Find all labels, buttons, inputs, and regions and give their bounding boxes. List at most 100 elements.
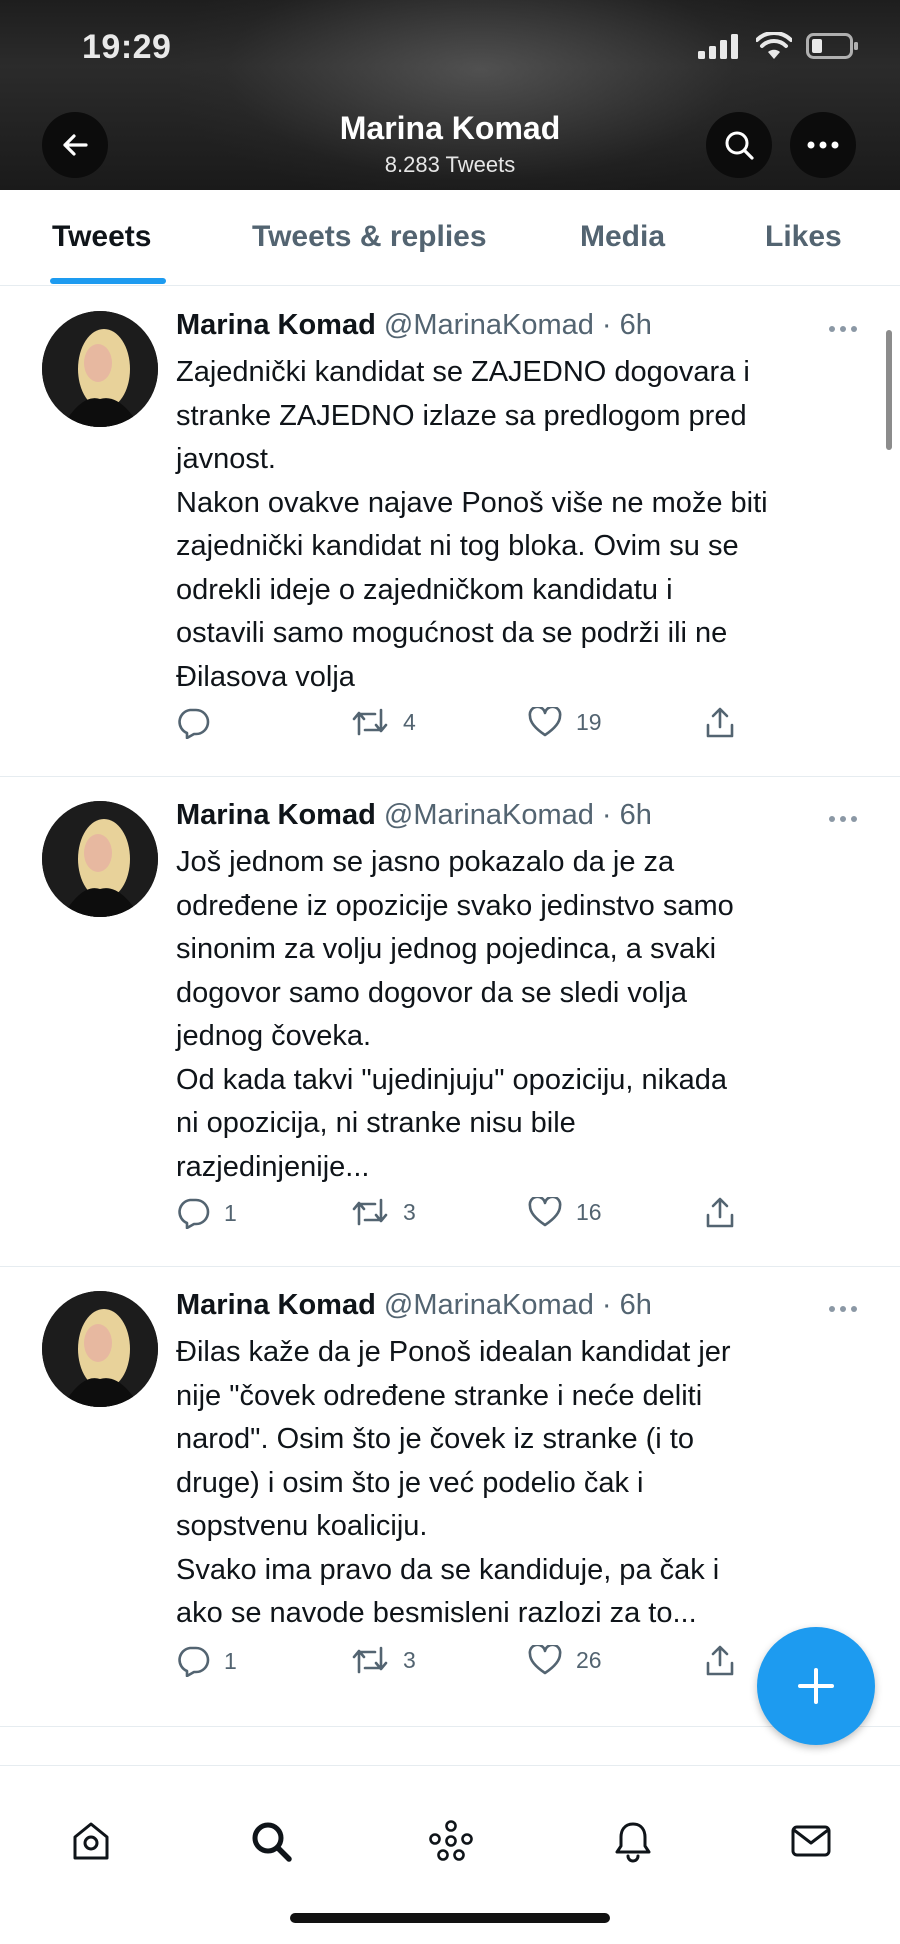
retweet-button[interactable]: 3 xyxy=(351,1197,416,1227)
tab-media[interactable]: Media xyxy=(580,220,665,254)
tweet-text: Zajednički kandidat se ZAJEDNO dogovara … xyxy=(176,351,866,699)
share-icon xyxy=(706,1645,734,1676)
like-button[interactable]: 26 xyxy=(528,1645,602,1675)
reply-button[interactable] xyxy=(176,707,224,739)
tab-tweets[interactable]: Tweets xyxy=(52,220,151,254)
messages-icon xyxy=(791,1825,831,1857)
tweet-text: Još jednom se jasno pokazalo da je za od… xyxy=(176,841,866,1189)
tweet-text-line: Svako ima pravo da se kandiduje, pa čak … xyxy=(176,1553,720,1586)
compose-tweet-button[interactable] xyxy=(757,1627,875,1745)
retweet-icon xyxy=(352,1646,388,1674)
tweet-text-line: Još jednom se jasno pokazalo da je za xyxy=(176,846,675,878)
retweet-button[interactable]: 3 xyxy=(351,1645,416,1675)
tweet-text-line: ni opozicija, ni stranke nisu bile xyxy=(176,1107,576,1139)
nav-spaces[interactable] xyxy=(426,1816,476,1866)
profile-tabs: Tweets Tweets & replies Media Likes xyxy=(0,190,900,286)
tweet-text-line: Zajednički kandidat se ZAJEDNO dogovara … xyxy=(176,356,750,388)
search-button[interactable] xyxy=(706,112,772,178)
like-count: 16 xyxy=(576,1198,602,1225)
tweet-header: Marina Komad @MarinaKomad · 6h xyxy=(176,799,652,832)
scrollbar-thumb[interactable] xyxy=(886,330,892,450)
tweet-text-line: Đilas kaže da je Ponoš idealan kandidat … xyxy=(176,1336,731,1368)
more-dots-icon xyxy=(807,141,839,149)
tweet-text-line: javnost. xyxy=(176,443,276,475)
tweet-text-line: nije "čovek određene stranke i neće deli… xyxy=(176,1379,703,1412)
nav-search[interactable] xyxy=(246,1816,296,1866)
author-name[interactable]: Marina Komad xyxy=(176,799,376,831)
tweet[interactable]: Marina Komad @MarinaKomad · 6h Zajedničk… xyxy=(0,287,900,777)
spaces-icon xyxy=(429,1820,473,1861)
tweet-text-line: ako se navode besmisleni razlozi za to..… xyxy=(176,1597,697,1629)
tweet-text: Đilas kaže da je Ponoš idealan kandidat … xyxy=(176,1331,866,1636)
nav-notifications[interactable] xyxy=(608,1816,658,1866)
tweet-text-line: dogovor samo dogovor da se sledi volja xyxy=(176,976,688,1009)
avatar[interactable] xyxy=(42,311,158,427)
tweet-more-icon[interactable] xyxy=(828,815,858,823)
tweet-header: Marina Komad @MarinaKomad · 6h xyxy=(176,1289,652,1322)
retweet-icon xyxy=(352,708,388,736)
status-time: 19:29 xyxy=(82,28,172,66)
tweet-text-line: sopstvenu koaliciju. xyxy=(176,1510,428,1542)
author-name[interactable]: Marina Komad xyxy=(176,1289,376,1321)
reply-button[interactable]: 1 xyxy=(176,1197,237,1229)
tweet-actions: 1 3 16 xyxy=(176,1197,776,1237)
tweet-text-line: stranke ZAJEDNO izlaze sa predlogom pred xyxy=(176,399,747,432)
retweet-icon xyxy=(352,1198,388,1226)
more-options-button[interactable] xyxy=(790,112,856,178)
wifi-icon xyxy=(756,32,792,59)
retweet-count: 3 xyxy=(403,1646,416,1673)
tab-likes[interactable]: Likes xyxy=(765,220,842,254)
retweet-count: 3 xyxy=(403,1198,416,1225)
search-icon xyxy=(725,131,754,160)
share-button[interactable] xyxy=(704,1197,736,1229)
battery-icon xyxy=(806,33,858,59)
heart-icon xyxy=(528,1197,562,1227)
reply-count: 1 xyxy=(224,1199,237,1226)
nav-home[interactable] xyxy=(66,1816,116,1866)
tweet[interactable]: Marina Komad @MarinaKomad · 6h Još jedno… xyxy=(0,777,900,1267)
cellular-signal-icon xyxy=(698,34,738,59)
tweet-text-line: jednog čoveka. xyxy=(176,1020,372,1052)
share-button[interactable] xyxy=(704,707,736,739)
tweet-text-line: sinonim za volju jednog pojedinca, a sva… xyxy=(176,933,717,965)
reply-count: 1 xyxy=(224,1647,237,1674)
search-icon xyxy=(252,1822,292,1862)
tweet-text-line: Od kada takvi "ujedinjuju" opoziciju, ni… xyxy=(176,1063,727,1096)
tweet-text-line: određene iz opozicije svako jedinstvo sa… xyxy=(176,889,734,922)
tweet-more-icon[interactable] xyxy=(828,325,858,333)
heart-icon xyxy=(528,707,562,737)
reply-icon xyxy=(178,708,210,739)
heart-icon xyxy=(528,1645,562,1675)
tweet-text-line: Đilasova volja xyxy=(176,660,355,693)
tweet-header: Marina Komad @MarinaKomad · 6h xyxy=(176,309,652,342)
reply-icon xyxy=(178,1646,210,1677)
author-name[interactable]: Marina Komad xyxy=(176,309,376,341)
like-button[interactable]: 19 xyxy=(528,707,602,737)
tweet-text-line: narod". Osim što je čovek iz stranke (i … xyxy=(176,1423,694,1455)
notifications-icon xyxy=(615,1822,651,1863)
retweet-button[interactable]: 4 xyxy=(351,707,416,737)
tweet-text-line: zajednički kandidat ni tog bloka. Ovim s… xyxy=(176,530,739,562)
reply-button[interactable]: 1 xyxy=(176,1645,237,1677)
share-button[interactable] xyxy=(704,1645,736,1677)
like-count: 26 xyxy=(576,1646,602,1673)
nav-messages[interactable] xyxy=(786,1816,836,1866)
home-icon xyxy=(73,1822,109,1860)
retweet-count: 4 xyxy=(403,708,416,735)
share-icon xyxy=(706,707,734,738)
avatar[interactable] xyxy=(42,1291,158,1407)
avatar[interactable] xyxy=(42,801,158,917)
reply-icon xyxy=(178,1198,210,1229)
author-handle-time: @MarinaKomad · 6h xyxy=(383,309,652,341)
tweet-more-icon[interactable] xyxy=(828,1305,858,1313)
author-handle-time: @MarinaKomad · 6h xyxy=(383,799,652,831)
like-button[interactable]: 16 xyxy=(528,1197,602,1227)
tweet-text-line: odrekli ideje o zajedničkom kandidatu i xyxy=(176,573,673,606)
tab-tweets-replies[interactable]: Tweets & replies xyxy=(252,220,487,254)
tweet-text-line: razjedinjenije... xyxy=(176,1150,370,1183)
plus-icon xyxy=(798,1668,834,1704)
home-indicator[interactable] xyxy=(290,1913,610,1923)
like-count: 19 xyxy=(576,708,602,735)
tweet-actions: 1 3 26 xyxy=(176,1645,776,1685)
author-handle-time: @MarinaKomad · 6h xyxy=(383,1289,652,1321)
